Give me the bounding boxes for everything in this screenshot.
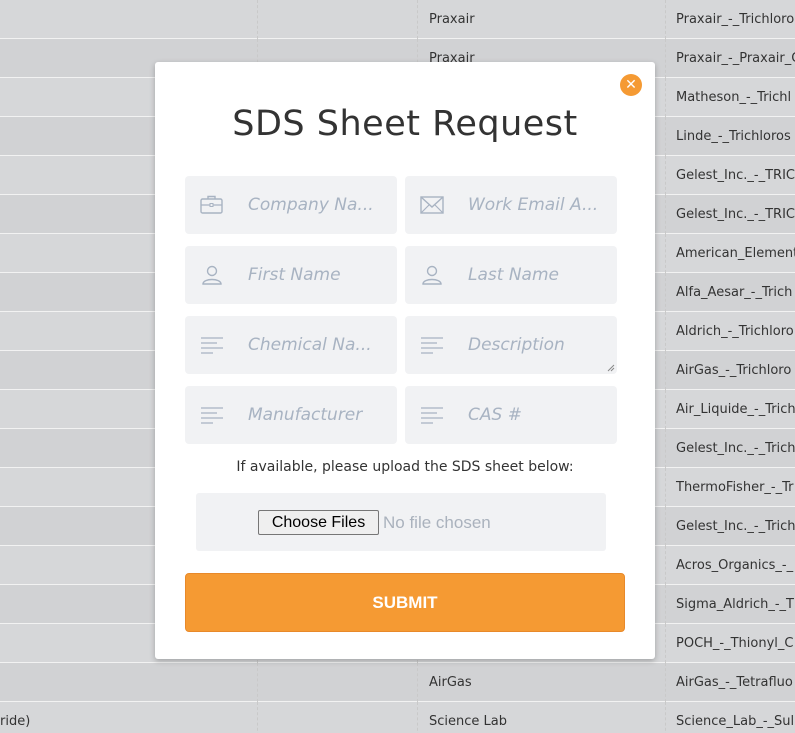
table-cell: Gelest_Inc._-_TRIC [676, 207, 795, 222]
table-cell: Matheson_-_Trichl [676, 90, 792, 105]
description-placeholder: Description [468, 335, 565, 355]
table-cell: AirGas_-_Tetrafluo [676, 675, 793, 690]
table-cell: Sigma_Aldrich_-_T [676, 597, 794, 612]
table-row[interactable]: ride) Science Lab Science_Lab_-_Sul [0, 702, 795, 733]
submit-button[interactable]: SUBMIT [185, 573, 625, 632]
close-icon[interactable]: ✕ [620, 74, 642, 96]
table-cell [258, 0, 418, 39]
manufacturer-field[interactable]: Manufacturer [185, 386, 397, 444]
table-row[interactable]: Praxair Praxair_-_Trichloro [0, 0, 795, 39]
table-cell: Acros_Organics_-_ [676, 558, 794, 573]
upload-note: If available, please upload the SDS shee… [236, 459, 574, 475]
table-cell: Gelest_Inc._-_Trich [676, 441, 795, 456]
cas-number-field[interactable]: CAS # [405, 386, 617, 444]
first-name-placeholder: First Name [248, 265, 341, 285]
table-cell: Science Lab [418, 702, 666, 733]
table-cell: Gelest_Inc._-_Trich [676, 519, 795, 534]
manufacturer-placeholder: Manufacturer [248, 405, 363, 425]
modal-title: SDS Sheet Request [232, 104, 578, 144]
user-icon [199, 263, 225, 287]
text-lines-icon [419, 403, 445, 427]
text-lines-icon [199, 333, 225, 357]
table-cell: ride) [0, 702, 258, 733]
work-email-placeholder: Work Email A... [468, 195, 599, 215]
company-name-placeholder: Company Na... [248, 195, 374, 215]
cas-number-placeholder: CAS # [468, 405, 522, 425]
table-cell: American_Element [676, 246, 795, 261]
file-upload-box[interactable]: Choose Files No file chosen [196, 493, 606, 551]
description-field[interactable]: Description [405, 316, 617, 374]
briefcase-icon [199, 193, 225, 217]
first-name-field[interactable]: First Name [185, 246, 397, 304]
no-file-label: No file chosen [383, 513, 491, 532]
text-lines-icon [419, 333, 445, 357]
table-cell: AirGas [418, 663, 666, 702]
table-cell: ThermoFisher_-_Tr [676, 480, 794, 495]
table-cell [258, 663, 418, 702]
company-name-field[interactable]: Company Na... [185, 176, 397, 234]
table-cell [258, 702, 418, 733]
resize-handle-icon[interactable] [607, 364, 615, 372]
sds-request-modal: ✕ SDS Sheet Request Company Na... Work E… [155, 62, 655, 659]
table-cell: POCH_-_Thionyl_C [676, 636, 794, 651]
choose-files-button[interactable]: Choose Files [258, 510, 379, 535]
chemical-name-placeholder: Chemical Na... [248, 335, 372, 355]
table-cell: Linde_-_Trichloros [676, 129, 791, 144]
text-lines-icon [199, 403, 225, 427]
work-email-field[interactable]: Work Email A... [405, 176, 617, 234]
table-cell [0, 0, 258, 39]
table-cell: Praxair_-_Praxair_C [676, 51, 795, 66]
last-name-placeholder: Last Name [468, 265, 559, 285]
envelope-icon [419, 193, 445, 217]
table-cell: Praxair_-_Trichloro [676, 12, 795, 27]
table-cell: Gelest_Inc._-_TRIC [676, 168, 795, 183]
table-cell [0, 663, 258, 702]
table-cell: Alfa_Aesar_-_Trich [676, 285, 793, 300]
user-icon [419, 263, 445, 287]
chemical-name-field[interactable]: Chemical Na... [185, 316, 397, 374]
table-row[interactable]: AirGas AirGas_-_Tetrafluo [0, 663, 795, 702]
last-name-field[interactable]: Last Name [405, 246, 617, 304]
table-cell: Aldrich_-_Trichloro [676, 324, 794, 339]
table-cell: Praxair [418, 0, 666, 39]
table-cell: Air_Liquide_-_Trich [676, 402, 795, 417]
table-cell: AirGas_-_Trichloro [676, 363, 792, 378]
table-cell: Science_Lab_-_Sul [676, 714, 795, 729]
